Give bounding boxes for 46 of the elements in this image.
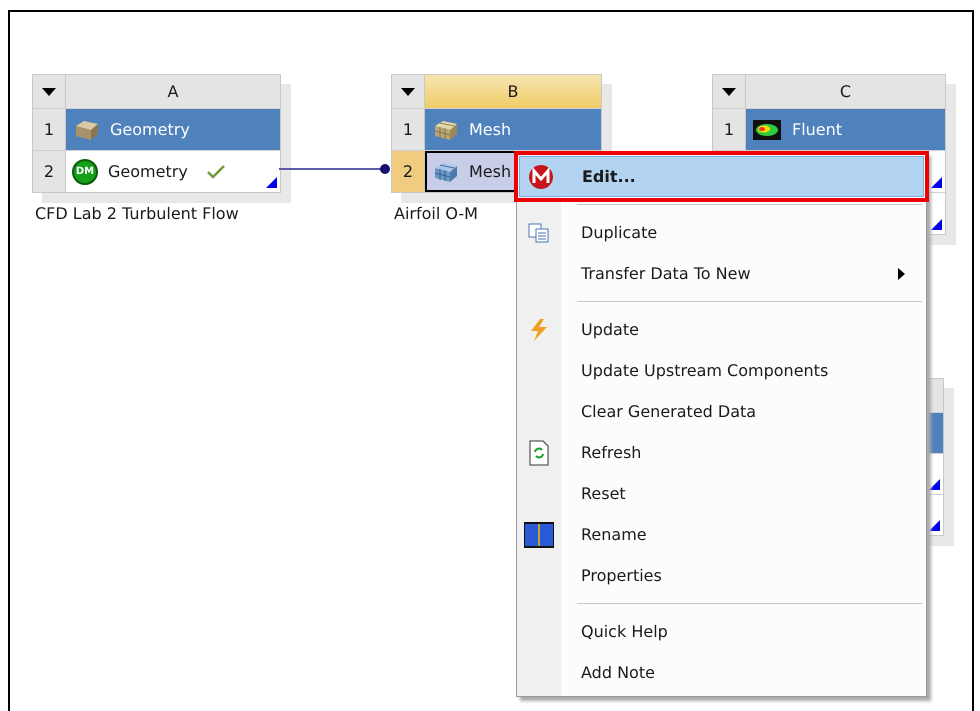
dropdown-button[interactable] [392, 75, 425, 108]
dm-icon: DM [72, 158, 98, 184]
corner-triangle-icon [929, 520, 940, 531]
row-number: 1 [713, 109, 746, 150]
menu-item[interactable]: Clear Generated Data [517, 391, 926, 432]
cell-label: Mesh [469, 120, 512, 139]
caret-icon [42, 88, 56, 96]
caret-icon [401, 88, 415, 96]
column-header: C [746, 75, 945, 108]
menu-item[interactable]: Properties [517, 555, 926, 596]
menu-item[interactable]: Duplicate [517, 212, 926, 253]
row-number: 1 [33, 109, 66, 150]
row-number: 2 [392, 151, 425, 192]
check-icon [206, 164, 226, 180]
menu-item[interactable]: Quick Help [517, 611, 926, 652]
cell-label: Geometry [110, 120, 190, 139]
row-number: 1 [392, 109, 425, 150]
cell-item[interactable]: Geometry [66, 109, 280, 150]
corner-triangle-icon [929, 479, 940, 490]
system-caption: Airfoil O-M [394, 204, 478, 223]
menu-item[interactable]: Rename [517, 514, 926, 555]
caret-icon [722, 88, 736, 96]
duplicate-icon [527, 222, 551, 244]
cell-label: Mesh [469, 162, 512, 181]
dropdown-button[interactable] [713, 75, 746, 108]
cell-item[interactable]: Mesh [425, 109, 601, 150]
rename-icon [524, 522, 554, 548]
system-caption: CFD Lab 2 Turbulent Flow [35, 204, 239, 223]
menu-item[interactable]: Update Upstream Components [517, 350, 926, 391]
contour-icon [752, 118, 782, 142]
menu-item[interactable]: Reset [517, 473, 926, 514]
refresh-icon [528, 440, 550, 466]
menu-item[interactable]: Update [517, 309, 926, 350]
menu-item[interactable]: Refresh [517, 432, 926, 473]
cell-item[interactable]: Fluent [746, 109, 945, 150]
menu-item[interactable]: Transfer Data To New [517, 253, 926, 294]
cell-label: Fluent [792, 120, 842, 139]
m-logo-icon [528, 164, 554, 190]
column-header: B [425, 75, 601, 108]
menu-item[interactable]: Add Note [517, 652, 926, 693]
column-header: A [66, 75, 280, 108]
dropdown-button[interactable] [33, 75, 66, 108]
cell-label: Geometry [108, 162, 188, 181]
lightning-icon [528, 318, 550, 342]
row-number: 2 [33, 151, 66, 192]
cell-item[interactable]: DM Geometry [66, 151, 280, 192]
